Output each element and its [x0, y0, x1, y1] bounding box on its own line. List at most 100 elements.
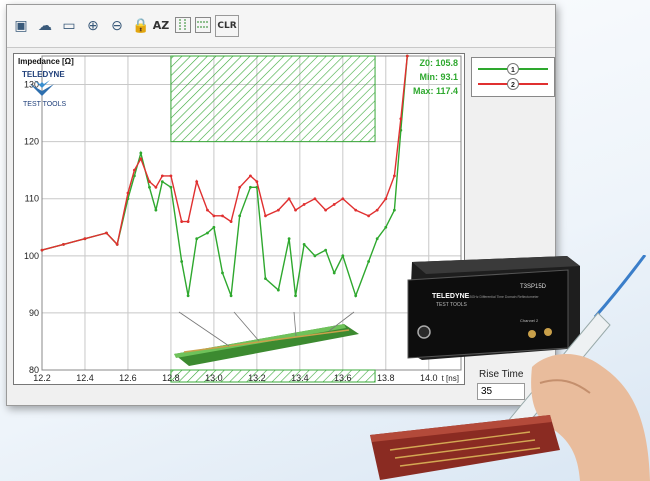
data-point — [313, 197, 317, 201]
logo-subtext: TEST TOOLS — [23, 101, 67, 108]
data-point — [392, 208, 396, 212]
data-point — [212, 214, 216, 218]
x-tick-label: 12.4 — [76, 373, 94, 383]
data-point — [206, 208, 209, 212]
data-point — [287, 237, 291, 241]
data-point — [392, 174, 396, 178]
zoom-in-icon[interactable]: ⊕ — [83, 15, 103, 35]
data-point — [186, 220, 190, 223]
data-point — [341, 254, 345, 258]
pcb-board-image — [370, 415, 560, 480]
data-point — [132, 168, 136, 172]
data-point — [62, 243, 65, 246]
data-point — [264, 214, 267, 218]
data-point — [148, 185, 151, 189]
data-point — [206, 231, 209, 235]
data-point — [294, 208, 297, 212]
data-point — [40, 248, 44, 252]
y-axis-title: Impedance [Ω] — [18, 57, 74, 66]
x-tick-label: 13.6 — [334, 373, 352, 383]
data-point — [249, 185, 252, 189]
data-point — [186, 294, 190, 298]
data-point — [332, 271, 336, 275]
logo-text: TELEDYNE — [22, 70, 65, 79]
data-point — [169, 174, 173, 178]
data-point — [249, 174, 252, 178]
x-tick-label: 13.4 — [291, 373, 309, 383]
data-point — [367, 214, 371, 218]
stat-min: Min: 93.1 — [419, 72, 458, 82]
data-point — [83, 237, 87, 241]
data-point — [367, 260, 371, 263]
stat-z0: Z0: 105.8 — [419, 58, 458, 68]
data-point — [302, 203, 306, 206]
data-point — [264, 277, 267, 281]
data-point — [115, 243, 119, 246]
clear-button[interactable]: CLR — [215, 15, 239, 37]
y-tick-label: 110 — [25, 194, 39, 204]
data-point — [405, 54, 409, 58]
x-tick-label: 12.2 — [33, 373, 51, 383]
x-tick-label: 13.2 — [248, 373, 266, 383]
power-button-icon — [417, 325, 431, 339]
data-point — [384, 225, 388, 229]
data-point — [139, 157, 143, 161]
data-point — [195, 237, 199, 241]
data-point — [255, 180, 259, 183]
stat-max: Max: 117.4 — [413, 86, 458, 96]
toolbar: ▣ ☁ ▭ ⊕ ⊖ 🔒 AZ CLR — [7, 5, 555, 48]
data-point — [180, 260, 184, 263]
data-point — [324, 248, 328, 252]
legend-label-2: 2 — [511, 82, 515, 89]
data-point — [302, 243, 306, 246]
data-point — [148, 180, 151, 183]
data-point — [139, 151, 143, 155]
trace-legend: 12 — [471, 57, 555, 97]
x-tick-label: 12.6 — [119, 373, 137, 383]
data-point — [354, 294, 358, 298]
data-point — [180, 220, 184, 223]
monitor-icon[interactable]: ▭ — [59, 15, 79, 35]
data-point — [354, 208, 358, 212]
data-point — [221, 214, 224, 218]
data-point — [324, 208, 328, 212]
data-point — [154, 208, 158, 212]
data-point — [160, 180, 164, 183]
limit-band — [170, 55, 376, 143]
x-axis-unit: t [ns] — [442, 374, 459, 383]
y-tick-label: 100 — [24, 251, 39, 261]
data-point — [212, 225, 216, 229]
data-point — [294, 294, 297, 298]
data-point — [332, 203, 336, 206]
data-point — [276, 288, 280, 292]
auto-zoom-button[interactable]: AZ — [151, 15, 171, 35]
data-point — [287, 197, 291, 201]
data-point — [276, 208, 280, 212]
x-tick-label: 12.8 — [162, 373, 180, 383]
data-point — [126, 191, 130, 195]
data-point — [341, 197, 345, 201]
y-tick-label: 120 — [24, 137, 39, 147]
legend-label-1: 1 — [511, 67, 515, 74]
x-tick-label: 14.0 — [420, 373, 438, 383]
data-point — [238, 185, 242, 189]
data-point — [229, 294, 233, 298]
open-icon[interactable]: ▣ — [11, 15, 31, 35]
data-point — [154, 185, 158, 189]
data-point — [195, 180, 199, 183]
lock-icon[interactable]: 🔒 — [131, 15, 151, 35]
data-point — [221, 271, 224, 275]
y-tick-label: 90 — [29, 308, 39, 318]
data-point — [313, 254, 317, 258]
grid-vertical-icon[interactable] — [173, 15, 193, 35]
board-overlay-image — [174, 311, 359, 366]
cloud-icon[interactable]: ☁ — [35, 15, 55, 35]
x-tick-label: 13.0 — [205, 373, 223, 383]
data-point — [238, 214, 242, 218]
zoom-out-icon[interactable]: ⊖ — [107, 15, 127, 35]
x-tick-label: 13.8 — [377, 373, 395, 383]
data-point — [229, 220, 233, 223]
grid-horizontal-icon[interactable] — [193, 15, 213, 35]
svg-text:TEST TOOLS: TEST TOOLS — [436, 302, 468, 308]
data-point — [375, 237, 379, 241]
